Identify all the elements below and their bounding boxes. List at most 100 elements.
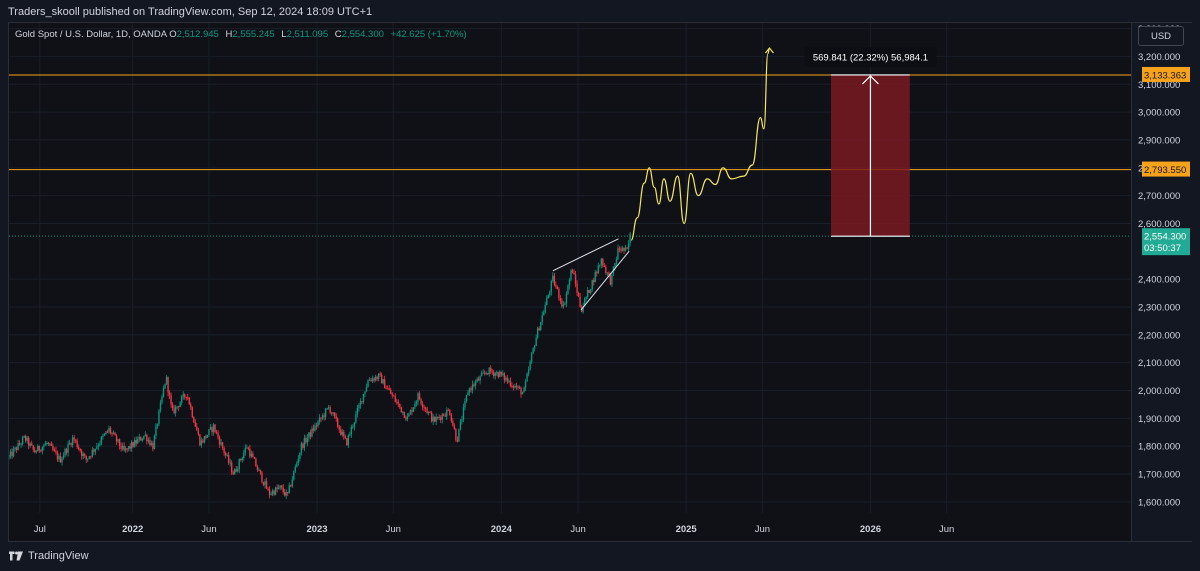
candle-body bbox=[85, 455, 87, 460]
time-tick-label: 2023 bbox=[306, 524, 327, 535]
candle-body bbox=[123, 445, 125, 451]
candle-body bbox=[562, 304, 565, 307]
candle-body bbox=[408, 413, 410, 417]
candle-body bbox=[246, 447, 248, 449]
candle-body bbox=[505, 377, 507, 380]
candle-body bbox=[290, 485, 292, 487]
candle-body bbox=[338, 426, 340, 430]
candle-body bbox=[521, 392, 524, 395]
currency-button[interactable]: USD bbox=[1138, 26, 1184, 46]
candle-body bbox=[394, 396, 396, 402]
candle-body bbox=[34, 449, 36, 453]
candle-body bbox=[502, 373, 504, 375]
candle-body bbox=[499, 371, 501, 378]
candle-body bbox=[91, 449, 94, 457]
candle-body bbox=[185, 396, 187, 398]
candle-body bbox=[171, 404, 174, 409]
candle-body bbox=[282, 487, 284, 493]
candle-body bbox=[533, 345, 536, 349]
candle-body bbox=[320, 417, 322, 419]
footer-brand[interactable]: TradingView bbox=[28, 550, 89, 562]
candle-body bbox=[538, 328, 540, 331]
candle-body bbox=[277, 487, 280, 489]
candle-body bbox=[267, 488, 269, 490]
candle-body bbox=[38, 445, 40, 451]
candle-body bbox=[309, 432, 312, 437]
candle-body bbox=[41, 447, 44, 452]
candle-body bbox=[585, 297, 587, 299]
candle-body bbox=[479, 376, 481, 381]
candle-body bbox=[397, 402, 400, 404]
candle-body bbox=[333, 412, 336, 417]
candle-body bbox=[441, 414, 443, 420]
plot-area[interactable]: 569.841 (22.32%) 56,984.1 Jul 2022 Jun 2023… bbox=[8, 23, 1131, 541]
candle-body bbox=[173, 408, 175, 413]
candle-body bbox=[462, 407, 465, 420]
candle-body bbox=[605, 266, 607, 273]
candle-body bbox=[559, 297, 562, 301]
candle-body bbox=[26, 437, 28, 441]
price-level-label: 3,133.363 bbox=[1144, 70, 1186, 81]
candle-body bbox=[418, 393, 421, 400]
candle-body bbox=[156, 424, 159, 427]
candle-body bbox=[517, 386, 519, 388]
candle-body bbox=[212, 424, 215, 433]
candle-body bbox=[315, 425, 318, 427]
candle-body bbox=[427, 411, 430, 413]
candle-body bbox=[353, 422, 356, 427]
candle-body bbox=[79, 449, 81, 452]
candle-body bbox=[556, 286, 559, 289]
candles bbox=[8, 232, 631, 499]
candle-body bbox=[174, 406, 177, 413]
candle-body bbox=[64, 449, 66, 456]
candle-body bbox=[124, 448, 127, 451]
price-scale[interactable]: USD 3,300.0003,200.0003,100.0003,000.000… bbox=[1131, 23, 1192, 541]
candle-body bbox=[47, 442, 50, 445]
candle-body bbox=[223, 448, 225, 453]
price-levels bbox=[9, 74, 1131, 237]
candle-body bbox=[17, 443, 19, 450]
candle-body bbox=[205, 436, 207, 438]
candle-body bbox=[287, 491, 289, 493]
candle-body bbox=[377, 373, 380, 379]
candle-body bbox=[412, 407, 415, 412]
candle-body bbox=[291, 479, 293, 487]
candle-body bbox=[114, 432, 116, 436]
candle-body bbox=[471, 384, 474, 391]
candle-body bbox=[193, 416, 195, 423]
candle-body bbox=[43, 445, 45, 448]
candle-body bbox=[385, 388, 387, 390]
candle-body bbox=[543, 312, 545, 316]
candle-body bbox=[600, 258, 603, 265]
wedge-line bbox=[580, 250, 630, 311]
candle-body bbox=[483, 372, 486, 374]
tradingview-logo-icon[interactable] bbox=[8, 550, 24, 562]
candle-body bbox=[476, 378, 478, 382]
candle-body bbox=[424, 407, 427, 410]
candle-body bbox=[450, 415, 453, 422]
candle-body bbox=[432, 416, 434, 422]
candle-body bbox=[50, 443, 53, 447]
candle-body bbox=[438, 417, 440, 419]
price-tick-label: 2,400.000 bbox=[1138, 275, 1180, 286]
candle-body bbox=[347, 435, 350, 446]
candle-body bbox=[368, 379, 371, 381]
candle-body bbox=[262, 482, 265, 486]
price-chart-svg[interactable]: 569.841 (22.32%) 56,984.1 Jul 2022 Jun 2023… bbox=[8, 23, 1131, 541]
candle-body bbox=[379, 373, 381, 375]
candle-body bbox=[238, 459, 240, 470]
candle-body bbox=[182, 394, 184, 397]
candle-body bbox=[170, 395, 172, 405]
candle-body bbox=[552, 275, 554, 281]
projection-arrowhead bbox=[764, 47, 774, 54]
price-tick-label: 2,700.000 bbox=[1138, 191, 1180, 202]
candle-body bbox=[391, 393, 393, 396]
candle-body bbox=[197, 430, 200, 435]
candle-body bbox=[87, 458, 89, 460]
candle-body bbox=[299, 452, 301, 459]
candle-body bbox=[32, 445, 34, 450]
symbol-name[interactable]: Gold Spot / U.S. Dollar, 1D, OANDA bbox=[15, 29, 167, 40]
candle-body bbox=[459, 421, 462, 429]
time-tick-label: Jun bbox=[755, 524, 770, 535]
candle-body bbox=[470, 388, 472, 391]
